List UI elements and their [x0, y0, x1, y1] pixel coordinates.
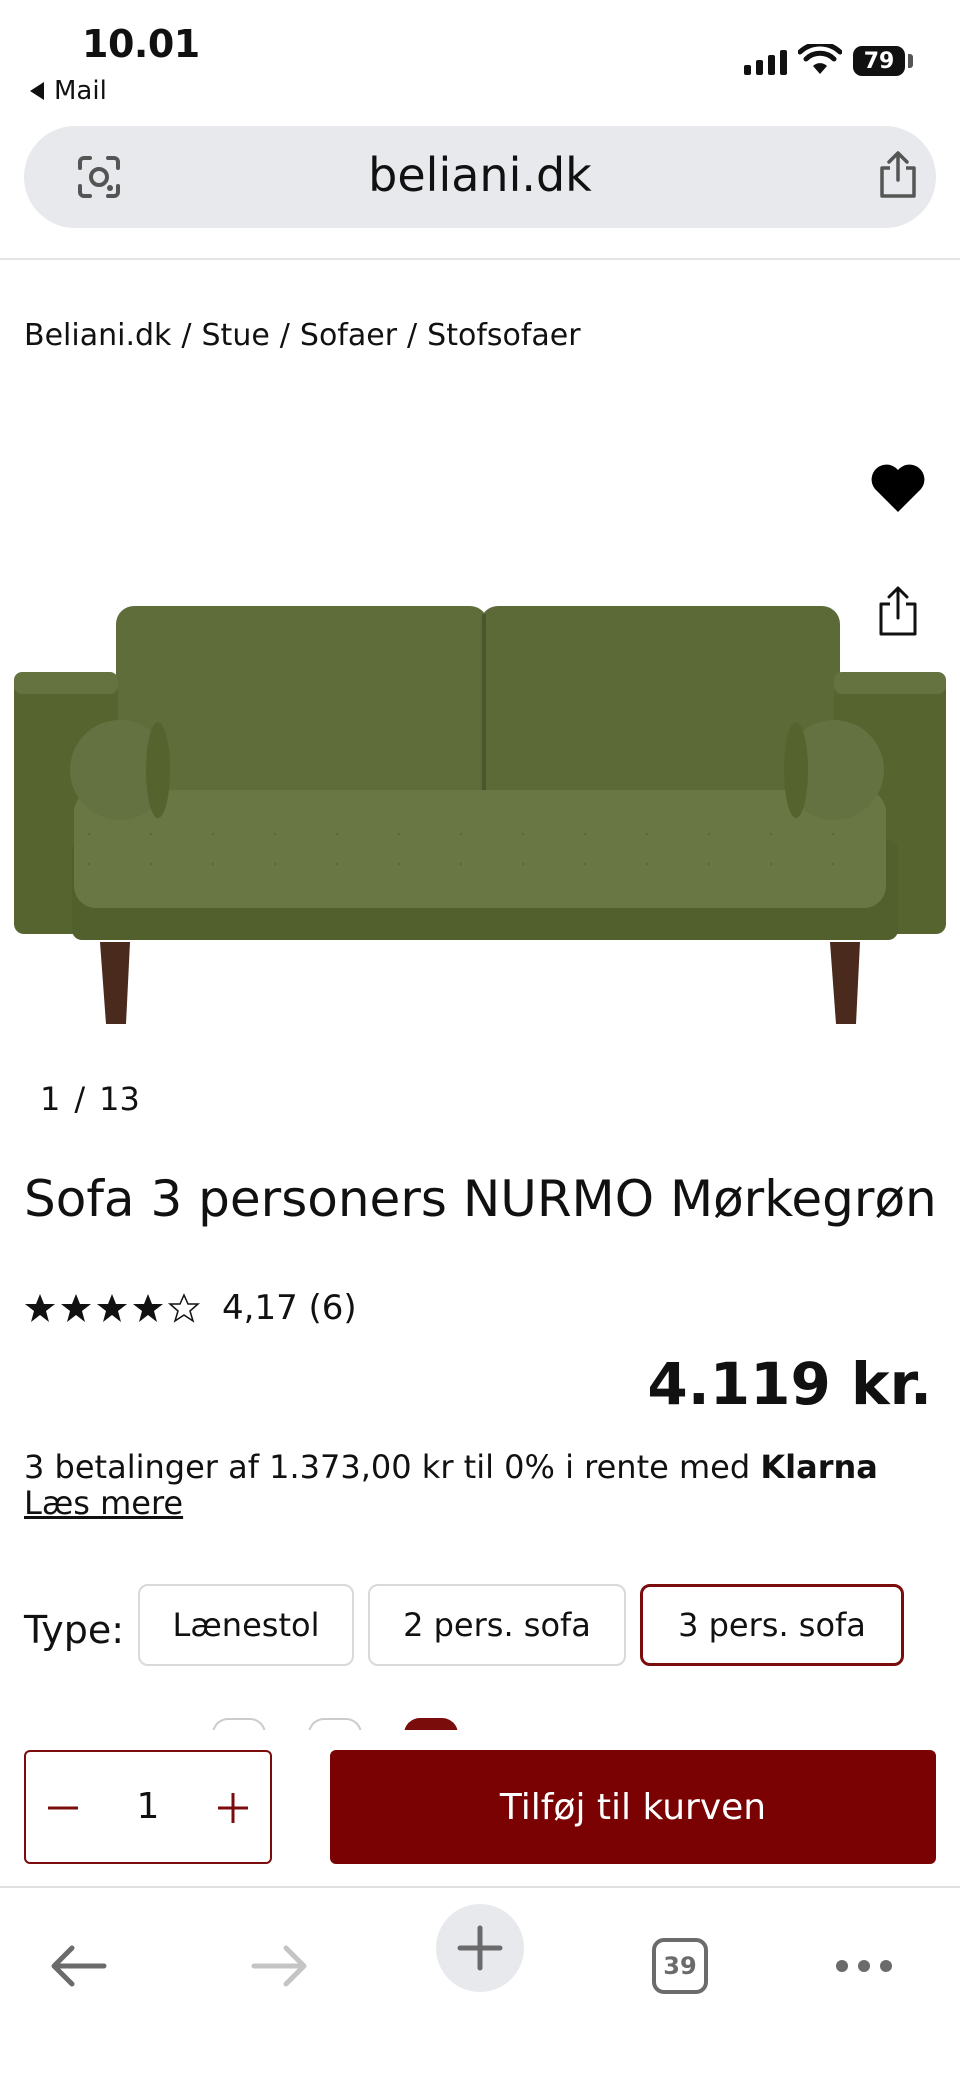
klarna-brand: Klarna — [760, 1448, 878, 1486]
star-full-icon — [133, 1294, 163, 1322]
breadcrumb-item-stue[interactable]: Stue — [202, 318, 270, 353]
header-divider — [0, 258, 960, 260]
forward-button[interactable] — [236, 1922, 324, 2010]
breadcrumb-item-stofsofaer[interactable]: Stofsofaer — [427, 318, 580, 353]
rating[interactable]: 4,17 (6) — [24, 1288, 357, 1328]
back-triangle-icon — [30, 82, 44, 100]
tabs-count: 39 — [652, 1938, 708, 1994]
image-total: 13 — [99, 1080, 140, 1118]
arrow-left-icon — [51, 1945, 107, 1987]
product-price: 4.119 kr. — [647, 1350, 932, 1418]
url-text: beliani.dk — [368, 148, 592, 202]
status-bar: 10.01 Mail 79 — [0, 0, 960, 120]
breadcrumb: Beliani.dk / Stue / Sofaer / Stofsofaer — [24, 318, 581, 353]
quantity-stepper[interactable]: 1 — [24, 1750, 272, 1864]
arrow-right-icon — [251, 1945, 307, 1987]
star-full-icon — [61, 1294, 91, 1322]
image-index: 1 — [40, 1080, 61, 1118]
star-full-icon — [97, 1294, 127, 1322]
plus-icon[interactable] — [208, 1778, 258, 1838]
breadcrumb-separator: / — [407, 318, 418, 353]
read-more-link[interactable]: Læs mere — [24, 1484, 183, 1522]
status-time: 10.01 — [82, 22, 200, 66]
star-full-icon — [25, 1294, 55, 1322]
breadcrumb-separator: / — [279, 318, 290, 353]
product-title: Sofa 3 personers NURMO Mørkegrøn — [24, 1170, 937, 1228]
battery-tip — [908, 54, 913, 68]
type-option-armchair[interactable]: Lænestol — [138, 1584, 354, 1666]
back-to-app-button[interactable]: Mail — [30, 76, 107, 106]
add-to-cart-bar: 1 Tilføj til kurven — [0, 1730, 960, 1880]
klarna-info: 3 betalinger af 1.373,00 kr til 0% i ren… — [24, 1448, 878, 1486]
pager-separator: / — [74, 1080, 86, 1118]
type-option-3-seat[interactable]: 3 pers. sofa — [640, 1584, 904, 1666]
rating-text: 4,17 (6) — [222, 1288, 357, 1328]
tabs-button[interactable]: 39 — [636, 1922, 724, 2010]
type-option-2-seat[interactable]: 2 pers. sofa — [368, 1584, 626, 1666]
image-pager: 1 / 13 — [40, 1080, 140, 1118]
star-empty-icon — [168, 1293, 200, 1323]
cellular-signal-icon — [744, 50, 787, 75]
browser-toolbar: 39 — [0, 1888, 960, 2078]
breadcrumb-item-home[interactable]: Beliani.dk — [24, 318, 171, 353]
wifi-icon — [798, 44, 842, 74]
new-tab-button[interactable] — [436, 1904, 524, 1992]
product-image[interactable] — [8, 590, 952, 1030]
klarna-text: 3 betalinger af 1.373,00 kr til 0% i ren… — [24, 1448, 761, 1486]
address-bar[interactable]: beliani.dk — [24, 126, 936, 228]
more-icon — [836, 1960, 892, 1972]
back-app-label: Mail — [54, 76, 107, 106]
share-icon[interactable] — [876, 150, 920, 200]
type-label: Type: — [24, 1608, 125, 1652]
breadcrumb-item-sofaer[interactable]: Sofaer — [300, 318, 397, 353]
star-rating — [24, 1292, 200, 1324]
battery-indicator: 79 — [853, 46, 905, 76]
breadcrumb-separator: / — [181, 318, 192, 353]
back-button[interactable] — [34, 1922, 122, 2010]
more-button[interactable] — [820, 1922, 908, 2010]
add-to-cart-button[interactable]: Tilføj til kurven — [330, 1750, 936, 1864]
heart-icon[interactable] — [868, 460, 928, 516]
plus-icon — [457, 1925, 503, 1971]
